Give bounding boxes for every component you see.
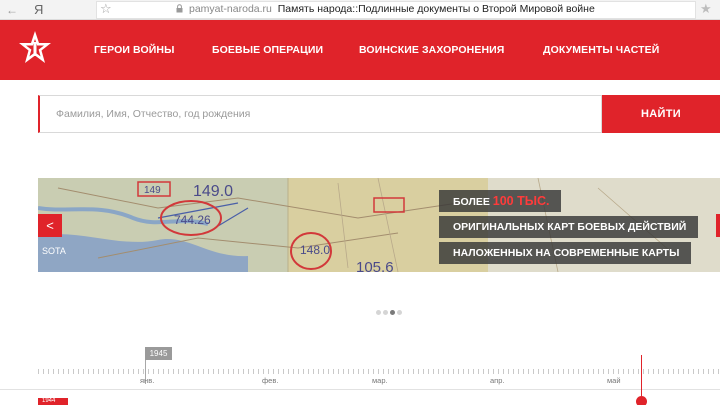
year-badge-lower: 1944 [38, 398, 68, 405]
banner-caption-3: НАЛОЖЕННЫХ НА СОВРЕМЕННЫЕ КАРТЫ [439, 242, 692, 264]
banner-next-arrow-icon[interactable]: > [716, 214, 720, 237]
map-label: 148.0 [300, 243, 330, 257]
nav-burials[interactable]: ВОИНСКИЕ ЗАХОРОНЕНИЯ [359, 43, 504, 57]
search-input[interactable] [38, 95, 602, 133]
timeline-line [0, 389, 720, 390]
page-title: Память народа::Подлинные документы о Вто… [277, 3, 595, 15]
search-button[interactable]: НАЙТИ [602, 95, 720, 133]
map-label: SOTA [42, 246, 66, 256]
month-label: янв. [140, 376, 155, 385]
back-arrow-icon[interactable]: ← [6, 3, 18, 17]
month-label: май [607, 376, 621, 385]
timeline-ticks [38, 369, 720, 374]
nav-unit-documents[interactable]: ДОКУМЕНТЫ ЧАСТЕЙ [543, 43, 659, 57]
carousel-dot-active[interactable] [390, 310, 395, 315]
caption-prefix: БОЛЕЕ [453, 196, 493, 208]
address-text: pamyat-naroda.ru Память народа::Подлинны… [189, 3, 595, 16]
browser-toolbar: ← Я ☆ pamyat-naroda.ru Память народа::По… [0, 0, 720, 20]
promo-banner[interactable]: 149 149.0 744.26 148.0 105.6 SOTA БОЛЕЕ … [38, 178, 720, 272]
yandex-logo[interactable]: Я [34, 2, 43, 18]
carousel-dot[interactable] [383, 310, 388, 315]
month-label: апр. [490, 376, 505, 385]
year-badge: 1945 [145, 347, 172, 360]
nav-operations[interactable]: БОЕВЫЕ ОПЕРАЦИИ [212, 43, 323, 57]
timeline-marker[interactable] [636, 396, 647, 405]
star-icon[interactable]: ☆ [100, 1, 112, 17]
banner-caption-2: ОРИГИНАЛЬНЫХ КАРТ БОЕВЫХ ДЕЙСТВИЙ [439, 216, 699, 238]
caption-highlight: 100 ТЫС. [492, 194, 550, 208]
lock-icon [176, 4, 183, 13]
month-label: фев. [262, 376, 279, 385]
map-label: 149 [144, 185, 161, 196]
current-position-stem [641, 355, 642, 396]
carousel-dot[interactable] [376, 310, 381, 315]
banner-prev-arrow-icon[interactable]: < [38, 214, 62, 237]
map-label: 744.26 [174, 213, 211, 227]
map-label: 105.6 [356, 259, 394, 272]
map-label: 149.0 [193, 183, 233, 200]
nav-heroes[interactable]: ГЕРОИ ВОЙНЫ [94, 43, 174, 57]
carousel-dot[interactable] [397, 310, 402, 315]
year-badge-lower-text: 1944 [42, 398, 56, 404]
bookmark-icon[interactable]: ★ [700, 1, 712, 17]
banner-caption-1: БОЛЕЕ 100 ТЫС. [439, 190, 562, 212]
month-label: мар. [372, 376, 388, 385]
red-star-logo-icon[interactable] [18, 30, 52, 70]
url-domain: pamyat-naroda.ru [189, 3, 272, 15]
site-header: ГЕРОИ ВОЙНЫ БОЕВЫЕ ОПЕРАЦИИ ВОИНСКИЕ ЗАХ… [0, 20, 720, 80]
